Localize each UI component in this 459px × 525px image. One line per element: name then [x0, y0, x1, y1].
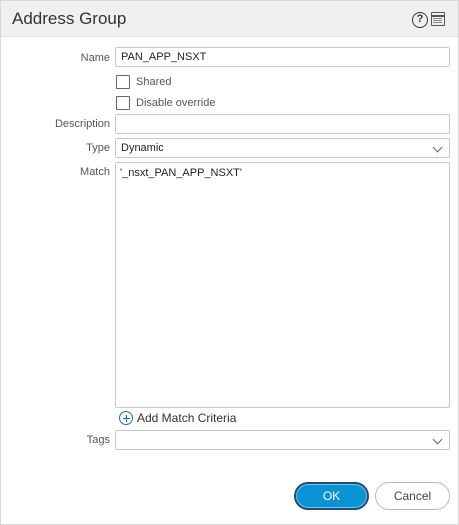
address-group-dialog: Address Group ? Name PAN_APP_NSXT Shared…: [0, 0, 459, 525]
match-label: Match: [80, 166, 110, 178]
disable-override-label: Disable override: [136, 97, 216, 109]
tags-label: Tags: [86, 434, 110, 446]
shared-checkbox[interactable]: [116, 75, 130, 89]
disable-override-checkbox[interactable]: [116, 96, 130, 110]
name-input-value: PAN_APP_NSXT: [121, 51, 207, 63]
type-select[interactable]: Dynamic: [115, 138, 450, 158]
match-textarea[interactable]: '_nsxt_PAN_APP_NSXT': [115, 162, 450, 408]
description-input[interactable]: [115, 114, 450, 134]
description-label: Description: [54, 118, 110, 130]
help-icon[interactable]: ?: [412, 12, 428, 28]
match-textarea-value: '_nsxt_PAN_APP_NSXT': [120, 167, 242, 179]
chevron-down-icon: [432, 142, 443, 153]
add-match-criteria-label: Add Match Criteria: [137, 411, 237, 425]
name-input[interactable]: PAN_APP_NSXT: [115, 47, 450, 67]
shared-option: Shared: [115, 74, 171, 90]
name-label: Name: [80, 52, 110, 64]
add-circle-icon: [119, 411, 133, 425]
ok-button[interactable]: OK: [294, 482, 369, 510]
type-label: Type: [86, 142, 110, 154]
chevron-down-icon: [432, 434, 443, 445]
shared-label: Shared: [136, 76, 172, 88]
tags-select[interactable]: [115, 430, 450, 450]
add-match-criteria-link[interactable]: Add Match Criteria: [119, 411, 236, 425]
window-icon[interactable]: [431, 12, 445, 26]
disable-override-option: Disable override: [115, 95, 215, 111]
type-select-value: Dynamic: [121, 142, 164, 154]
dialog-titlebar: Address Group ?: [1, 1, 458, 37]
cancel-button[interactable]: Cancel: [375, 482, 450, 510]
dialog-title: Address Group: [12, 9, 127, 28]
